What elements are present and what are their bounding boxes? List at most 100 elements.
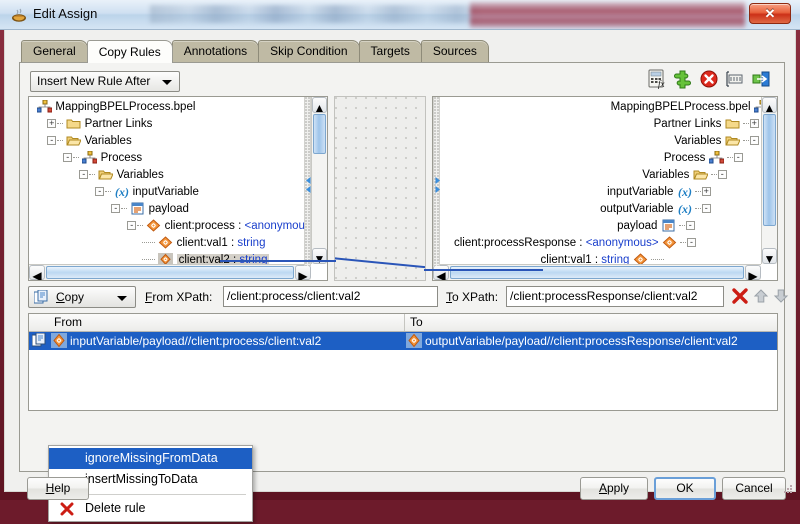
apply-button-label-rest: pply xyxy=(607,481,630,495)
cancel-button[interactable]: Cancel xyxy=(722,477,786,500)
tree-row[interactable]: + Partner Links xyxy=(32,116,310,133)
expander-toggle[interactable]: - xyxy=(111,204,121,214)
tree-row-label: inputVariable xyxy=(607,186,674,198)
target-tree-panel[interactable]: MappingBPELProcess.bpel Partner Links + … xyxy=(432,96,778,281)
tree-row[interactable]: inputVariable (x) + xyxy=(454,184,774,201)
expander-toggle[interactable]: - xyxy=(127,221,137,231)
apply-button[interactable]: Apply xyxy=(580,477,648,500)
tab-general[interactable]: General xyxy=(21,40,88,62)
to-xpath-input[interactable]: /client:processResponse/client:val2 xyxy=(506,286,724,307)
source-tree-panel[interactable]: MappingBPELProcess.bpel + Partner Links xyxy=(28,96,328,281)
copy-operation-dropdown[interactable]: Copy xyxy=(28,286,136,308)
expander-toggle[interactable]: + xyxy=(47,119,57,129)
tree-row[interactable]: MappingBPELProcess.bpel xyxy=(32,99,310,116)
tab-annotations[interactable]: Annotations xyxy=(171,40,260,62)
move-down-icon[interactable] xyxy=(773,288,789,307)
mapping-wire-canvas xyxy=(335,257,425,269)
from-xpath-label-rest: rom XPath: xyxy=(152,290,213,304)
scrollbar-thumb[interactable] xyxy=(450,266,744,279)
tree-row-label: Partner Links xyxy=(84,118,153,130)
source-tree-vertical-scrollbar[interactable]: ▲ ▼ xyxy=(311,97,327,266)
tree-row-label: Process xyxy=(100,152,143,164)
measure-icon[interactable] xyxy=(724,68,750,92)
tree-row[interactable]: - Variables xyxy=(32,133,310,150)
scroll-right-icon[interactable]: ▶ xyxy=(295,265,311,280)
close-icon[interactable]: ✕ xyxy=(749,3,791,24)
variable-x-icon: (x) xyxy=(677,185,692,199)
scroll-up-icon[interactable]: ▲ xyxy=(312,97,327,115)
copy-rules-table[interactable]: From To inputVariable/payload//client:pr… xyxy=(28,313,778,411)
scroll-down-icon[interactable]: ▼ xyxy=(762,248,777,266)
delete-rule-icon[interactable] xyxy=(698,68,724,92)
insert-rule-mode-dropdown[interactable]: Insert New Rule After xyxy=(30,71,180,92)
scroll-right-icon[interactable]: ▶ xyxy=(745,265,761,280)
tab-targets[interactable]: Targets xyxy=(358,40,422,62)
tree-row[interactable]: outputVariable (x) - xyxy=(454,201,774,218)
table-header: From To xyxy=(29,314,777,332)
delete-red-x-icon[interactable] xyxy=(731,287,749,308)
tree-row[interactable]: - payload xyxy=(32,201,310,218)
tree-row[interactable]: Variables - xyxy=(454,167,774,184)
move-up-icon[interactable] xyxy=(753,288,769,307)
scrollbar-thumb[interactable] xyxy=(763,114,776,226)
tab-skip-condition[interactable]: Skip Condition xyxy=(258,40,360,62)
background-window-text-blurred xyxy=(150,5,480,23)
export-icon[interactable] xyxy=(750,68,776,92)
insert-rule-mode-value: Insert New Rule After xyxy=(37,74,151,88)
insert-extension-icon[interactable] xyxy=(672,68,698,92)
resize-grip[interactable] xyxy=(782,483,794,495)
tree-row[interactable]: MappingBPELProcess.bpel xyxy=(454,99,774,116)
expander-toggle[interactable]: - xyxy=(749,136,759,146)
expander-toggle[interactable]: - xyxy=(79,170,89,180)
expander-toggle[interactable]: + xyxy=(749,119,759,129)
element-mapped-icon xyxy=(406,333,422,348)
ok-button[interactable]: OK xyxy=(654,477,716,500)
expander-toggle[interactable]: - xyxy=(733,153,743,163)
source-tree-horizontal-scrollbar[interactable]: ◀ ▶ xyxy=(29,264,311,280)
mapping-canvas[interactable] xyxy=(334,96,426,281)
expander-toggle[interactable]: - xyxy=(47,136,57,146)
help-button-label-rest: elp xyxy=(54,481,71,495)
table-row[interactable]: inputVariable/payload//client:process/cl… xyxy=(29,332,777,350)
tab-copy-rules[interactable]: Copy Rules xyxy=(86,40,173,63)
tab-sources[interactable]: Sources xyxy=(420,40,489,62)
scroll-down-icon[interactable]: ▼ xyxy=(312,248,327,266)
tree-row[interactable]: client:val1 : string xyxy=(32,235,310,252)
expander-toggle[interactable]: - xyxy=(95,187,105,197)
tree-row[interactable]: - Variables xyxy=(32,167,310,184)
expander-toggle[interactable]: - xyxy=(686,238,696,248)
scroll-left-icon[interactable]: ◀ xyxy=(29,265,45,280)
menu-item-delete-rule[interactable]: Delete rule xyxy=(49,498,252,519)
source-splitter-handle[interactable] xyxy=(304,97,311,266)
target-splitter-handle[interactable] xyxy=(433,97,440,266)
expander-toggle[interactable]: + xyxy=(701,187,711,197)
target-tree-horizontal-scrollbar[interactable]: ◀ ▶ xyxy=(433,264,761,280)
function-expression-icon[interactable]: fx xyxy=(646,68,672,92)
expander-toggle[interactable]: - xyxy=(717,170,727,180)
expander-toggle[interactable]: - xyxy=(685,221,695,231)
target-tree-vertical-scrollbar[interactable]: ▲ ▼ xyxy=(761,97,777,266)
from-xpath-input[interactable]: /client:process/client:val2 xyxy=(223,286,438,307)
scroll-up-icon[interactable]: ▲ xyxy=(762,97,777,115)
tree-row[interactable]: Partner Links + xyxy=(454,116,774,133)
element-diamond-icon xyxy=(158,236,173,250)
expander-toggle[interactable]: - xyxy=(63,153,73,163)
tree-row[interactable]: - client:process : <anonymous> xyxy=(32,218,317,235)
tree-row[interactable]: Process - xyxy=(454,150,774,167)
background-window-bar-blurred xyxy=(470,2,745,28)
scroll-left-icon[interactable]: ◀ xyxy=(433,265,449,280)
scrollbar-thumb[interactable] xyxy=(313,114,326,154)
expander-toggle[interactable]: - xyxy=(701,204,711,214)
tree-row[interactable]: client:processResponse : <anonymous> - xyxy=(454,235,774,252)
tree-row[interactable]: - Process xyxy=(32,150,310,167)
title-bar: Edit Assign ✕ xyxy=(0,0,800,30)
tree-row[interactable]: - (x) inputVariable xyxy=(32,184,310,201)
variable-x-icon: (x) xyxy=(677,202,692,216)
column-header-to[interactable]: To xyxy=(404,314,777,331)
column-header-from[interactable]: From xyxy=(49,314,404,331)
tree-row[interactable]: Variables - xyxy=(454,133,774,150)
scrollbar-thumb[interactable] xyxy=(46,266,294,279)
help-button[interactable]: Help xyxy=(27,477,89,500)
menu-item-ignore-missing-from-data[interactable]: ignoreMissingFromData xyxy=(49,448,252,469)
tree-row[interactable]: payload - xyxy=(454,218,774,235)
